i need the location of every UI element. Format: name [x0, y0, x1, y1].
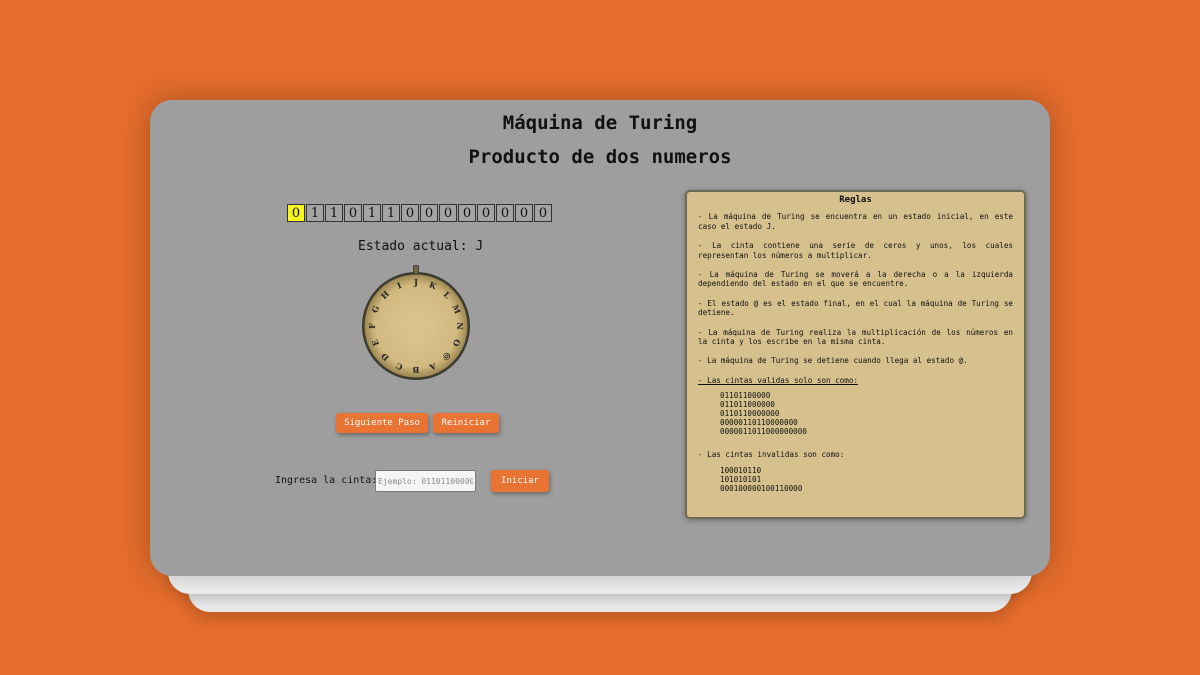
invalid-tape-example: 000100000100110000 — [720, 483, 803, 493]
tape-cell: 0 — [401, 204, 419, 222]
dial-face — [364, 274, 468, 378]
tape-cell: 0 — [439, 204, 457, 222]
valid-tapes-list: 01101100000 011011000000 0110110000000 0… — [698, 391, 1013, 436]
tape-cell: 0 — [344, 204, 362, 222]
tape: 01101100000000 — [287, 204, 552, 222]
tape-input-label: Ingresa la cinta: — [275, 475, 378, 486]
tape-cell: 0 — [515, 204, 533, 222]
invalid-tape-example: 100010110 — [720, 465, 762, 475]
rule-item: - La máquina de Turing se detiene cuando… — [698, 356, 968, 366]
dial-state-letter: J — [413, 277, 418, 287]
invalid-tape-example: 101010101 — [720, 474, 762, 484]
valid-tapes-heading: - Las cintas validas solo son como: — [698, 375, 859, 385]
tape-cell: 0 — [496, 204, 514, 222]
tape-cell: 1 — [382, 204, 400, 222]
tape-cell: 1 — [363, 204, 381, 222]
rules-panel: Reglas - La máquina de Turing se encuent… — [685, 190, 1026, 519]
rule-item: - El estado @ es el estado final, en el … — [698, 298, 1013, 318]
tape-input[interactable] — [375, 470, 476, 492]
state-dial: J KLMNO@ABCDEFGHI — [362, 265, 470, 380]
next-step-button[interactable]: Siguiente Paso — [336, 413, 428, 433]
rules-title: Reglas — [839, 195, 872, 205]
dial-pointer-icon — [413, 265, 419, 275]
tape-cell: 0 — [458, 204, 476, 222]
page-title: Máquina de Turing — [502, 112, 698, 134]
valid-tape-example: 0000011011000000000 — [720, 427, 807, 437]
valid-tape-example: 00000110110000000 — [720, 418, 798, 428]
valid-tape-example: 0110110000000 — [720, 409, 780, 419]
invalid-tapes-heading: - Las cintas invalidas son como: — [698, 450, 845, 460]
rule-item: - La máquina de Turing se encuentra en u… — [698, 212, 1013, 231]
start-button[interactable]: Iniciar — [491, 470, 549, 492]
tape-cell: 0 — [420, 204, 438, 222]
tape-cell: 0 — [477, 204, 495, 222]
valid-tape-example: 011011000000 — [720, 400, 775, 410]
valid-tape-example: 01101100000 — [720, 391, 771, 401]
rule-item: - La máquina de Turing realiza la multip… — [698, 327, 1013, 347]
rule-item: - La cinta contiene una serie de ceros y… — [698, 241, 1013, 260]
tape-cell: 0 — [534, 204, 552, 222]
tape-cell: 1 — [325, 204, 343, 222]
page-subtitle: Producto de dos numeros — [468, 146, 732, 168]
tape-cell-head: 0 — [287, 204, 305, 222]
dial-state-letter: B — [412, 365, 419, 375]
app-window: Máquina de Turing Producto de dos numero… — [150, 100, 1050, 576]
invalid-tapes-list: 100010110 101010101 000100000100110000 — [698, 466, 1013, 493]
reset-button[interactable]: Reiniciar — [433, 413, 499, 433]
rule-item: - La máquina de Turing se moverá a la de… — [698, 270, 1013, 289]
dial-state-letter: F — [367, 323, 377, 329]
current-state-label: Estado actual: J — [358, 239, 484, 254]
dial-state-letter: N — [455, 322, 465, 329]
tape-cell: 1 — [306, 204, 324, 222]
